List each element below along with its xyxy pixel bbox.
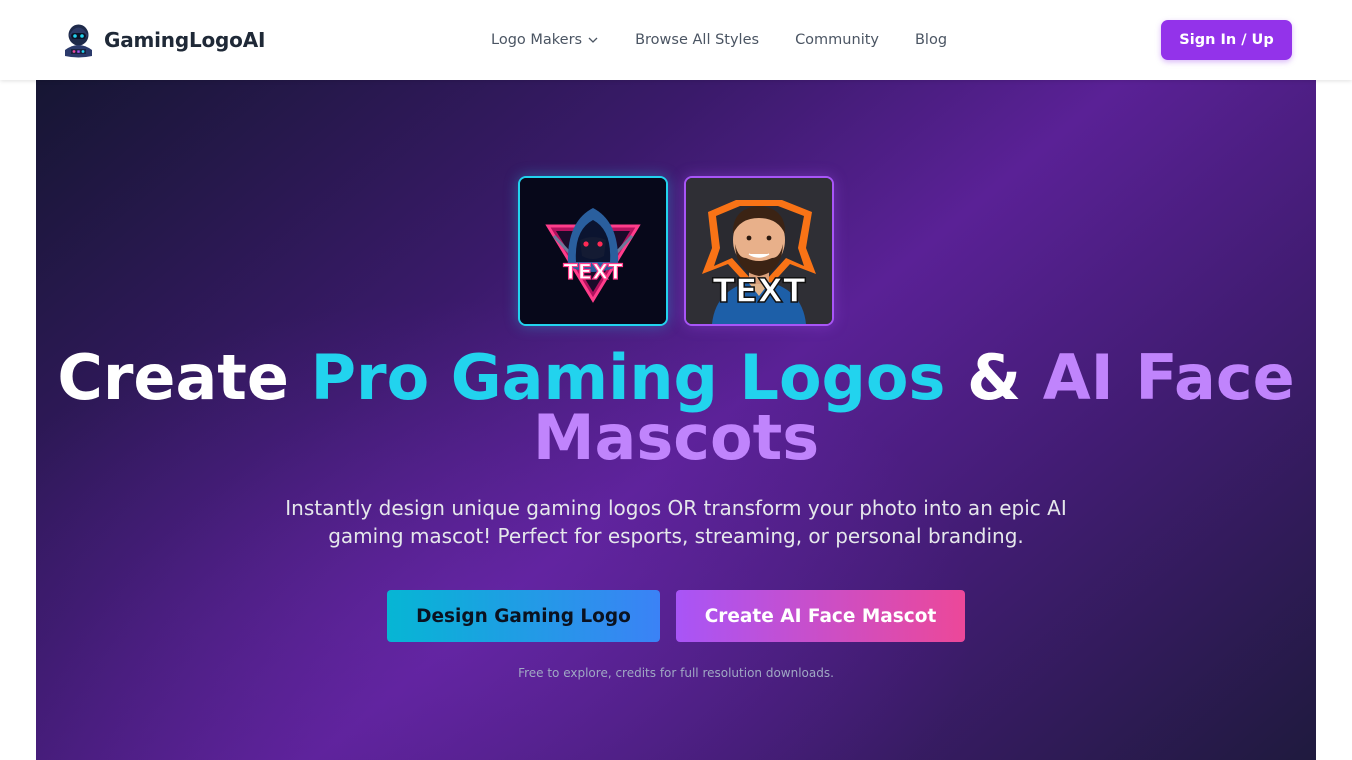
hooded-assassin-logo-thumbnail: TEXT	[518, 176, 668, 326]
brand-name: GamingLogoAI	[104, 28, 266, 52]
nav-logo-makers[interactable]: Logo Makers	[491, 32, 599, 48]
robot-gamer-icon	[65, 24, 92, 58]
hooded-assassin-logo-image: TEXT	[520, 178, 666, 324]
nav-blog[interactable]: Blog	[915, 32, 947, 48]
headline-part-ampersand: &	[945, 341, 1043, 414]
mascot-text: TEXT	[712, 271, 805, 310]
nav-browse-all-styles[interactable]: Browse All Styles	[635, 32, 759, 48]
headline-part-create: Create	[57, 341, 311, 414]
navbar: GamingLogoAI Logo Makers Browse All Styl…	[0, 0, 1352, 80]
bearded-man-mascot-thumbnail: TEXT	[684, 176, 834, 326]
main-nav: Logo Makers Browse All Styles Community …	[491, 30, 947, 50]
bearded-man-mascot-image: TEXT	[686, 178, 832, 324]
brand-home-link[interactable]: GamingLogoAI	[62, 22, 265, 58]
assassin-logo-text: TEXT	[563, 260, 623, 284]
hero-headline: Create Pro Gaming Logos & AI Face Mascot…	[36, 347, 1316, 469]
sign-in-button[interactable]: Sign In / Up	[1161, 20, 1292, 60]
nav-logo-makers-label: Logo Makers	[491, 32, 583, 48]
hero-fineprint: Free to explore, credits for full resolu…	[518, 666, 834, 680]
nav-community[interactable]: Community	[795, 32, 879, 48]
design-gaming-logo-button[interactable]: Design Gaming Logo	[387, 590, 660, 642]
create-ai-face-mascot-button[interactable]: Create AI Face Mascot	[676, 590, 965, 642]
hero-section: TEXT TEXT Create Pro Gaming Logos & AI F…	[36, 80, 1316, 760]
chevron-down-icon	[588, 37, 598, 43]
hero-subtitle: Instantly design unique gaming logos OR …	[285, 496, 1067, 548]
